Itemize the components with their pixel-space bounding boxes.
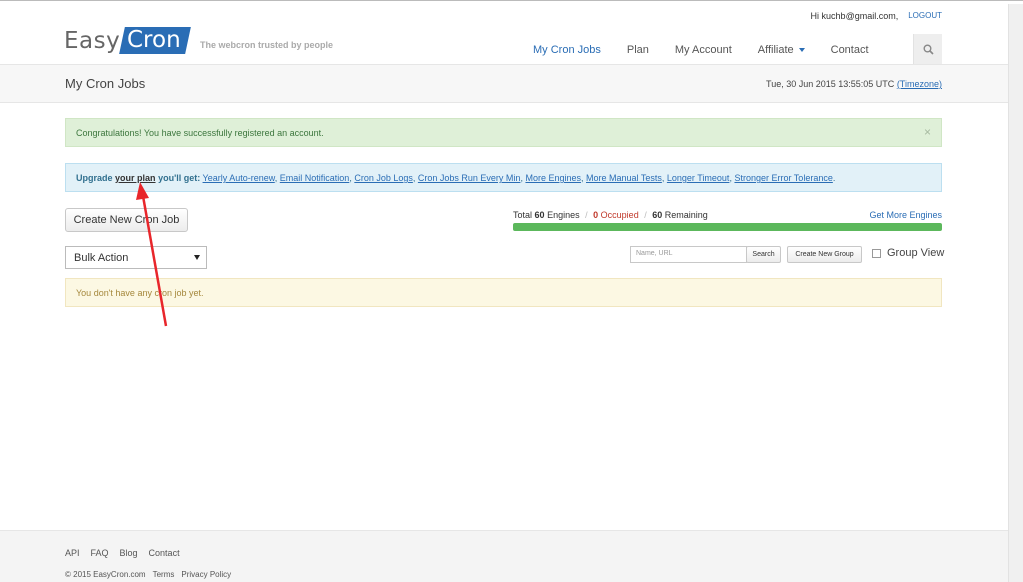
success-alert: Congratulations! You have successfully r… [65,118,942,147]
group-view-checkbox[interactable] [872,248,881,258]
header-search-button[interactable] [913,34,942,64]
page: Hi kuchb@gmail.com, LOGOUT Easy Cron The… [0,0,1008,582]
engines-occupied: 0 [593,210,599,220]
current-datetime: Tue, 30 Jun 2015 13:55:05 UTC (Timezone) [766,79,942,89]
nav-my-cron-jobs[interactable]: My Cron Jobs [520,44,614,56]
footer-link-api[interactable]: API [65,548,80,558]
logo-text-easy: Easy [64,27,121,54]
bulk-action-select[interactable]: Bulk Action [65,246,207,269]
feature-link-stronger-error-tolerance[interactable]: Stronger Error Tolerance [734,173,832,183]
engines-remaining: 60 [652,210,663,220]
footer-link-faq[interactable]: FAQ [91,548,109,558]
engines-status: Total 60 Engines / 0 Occupied / 60 Remai… [513,210,942,231]
feature-link-cron-job-logs[interactable]: Cron Job Logs [354,173,413,183]
upgrade-prefix: Upgrade [76,173,113,183]
tagline: The webcron trusted by people [200,40,334,50]
window-top-border [0,0,1023,4]
footer-link-privacy[interactable]: Privacy Policy [181,570,231,579]
page-title: My Cron Jobs [65,76,146,91]
search-button[interactable]: Search [746,246,781,263]
feature-link-yearly-auto-renew[interactable]: Yearly Auto-renew [203,173,275,183]
nav-my-account[interactable]: My Account [662,44,745,56]
feature-link-more-engines[interactable]: More Engines [525,173,581,183]
caret-down-icon [798,48,805,53]
search-input[interactable]: Name, URL [630,246,747,263]
group-view-label: Group View [887,247,945,259]
timezone-link[interactable]: (Timezone) [897,79,942,89]
your-plan-link[interactable]: your plan [115,173,156,183]
create-group-button[interactable]: Create New Group [787,246,862,263]
engines-progress-bar [513,223,942,231]
nav-contact[interactable]: Contact [818,44,882,56]
footer: API FAQ Blog Contact © 2015 EasyCron.com… [0,530,1008,582]
feature-link-longer-timeout[interactable]: Longer Timeout [667,173,730,183]
nav-affiliate[interactable]: Affiliate [745,44,818,56]
close-icon[interactable]: × [924,125,931,139]
group-view-toggle[interactable]: Group View [872,247,944,259]
footer-link-blog[interactable]: Blog [120,548,138,558]
copyright: © 2015 EasyCron.com [65,570,146,579]
nav-plan[interactable]: Plan [614,44,662,56]
scrollbar[interactable] [1008,0,1023,582]
logout-link[interactable]: LOGOUT [908,11,942,21]
footer-link-contact[interactable]: Contact [149,548,180,558]
feature-link-run-every-min[interactable]: Cron Jobs Run Every Min [418,173,521,183]
footer-link-terms[interactable]: Terms [153,570,175,579]
main-nav: My Cron Jobs Plan My Account Affiliate C… [520,36,882,64]
search-icon [923,44,934,55]
empty-state-alert: You don't have any cron job yet. [65,278,942,307]
create-cron-job-button[interactable]: Create New Cron Job [65,208,188,232]
user-bar: Hi kuchb@gmail.com, LOGOUT [811,11,942,21]
feature-link-more-manual-tests[interactable]: More Manual Tests [586,173,662,183]
engines-total: 60 [534,210,545,220]
get-more-engines-link[interactable]: Get More Engines [869,210,942,220]
logo[interactable]: Easy Cron [64,27,191,54]
logo-text-cron: Cron [119,27,191,54]
page-header-bar: My Cron Jobs Tue, 30 Jun 2015 13:55:05 U… [0,64,1008,103]
engines-summary: Total 60 Engines / 0 Occupied / 60 Remai… [513,210,708,220]
user-greeting: Hi kuchb@gmail.com, [810,11,899,21]
upgrade-alert: Upgrade your plan you'll get: Yearly Aut… [65,163,942,192]
feature-link-email-notification[interactable]: Email Notification [280,173,350,183]
success-message: Congratulations! You have successfully r… [76,128,324,138]
upgrade-suffix: you'll get: [158,173,201,183]
dropdown-arrow-icon [194,255,200,260]
